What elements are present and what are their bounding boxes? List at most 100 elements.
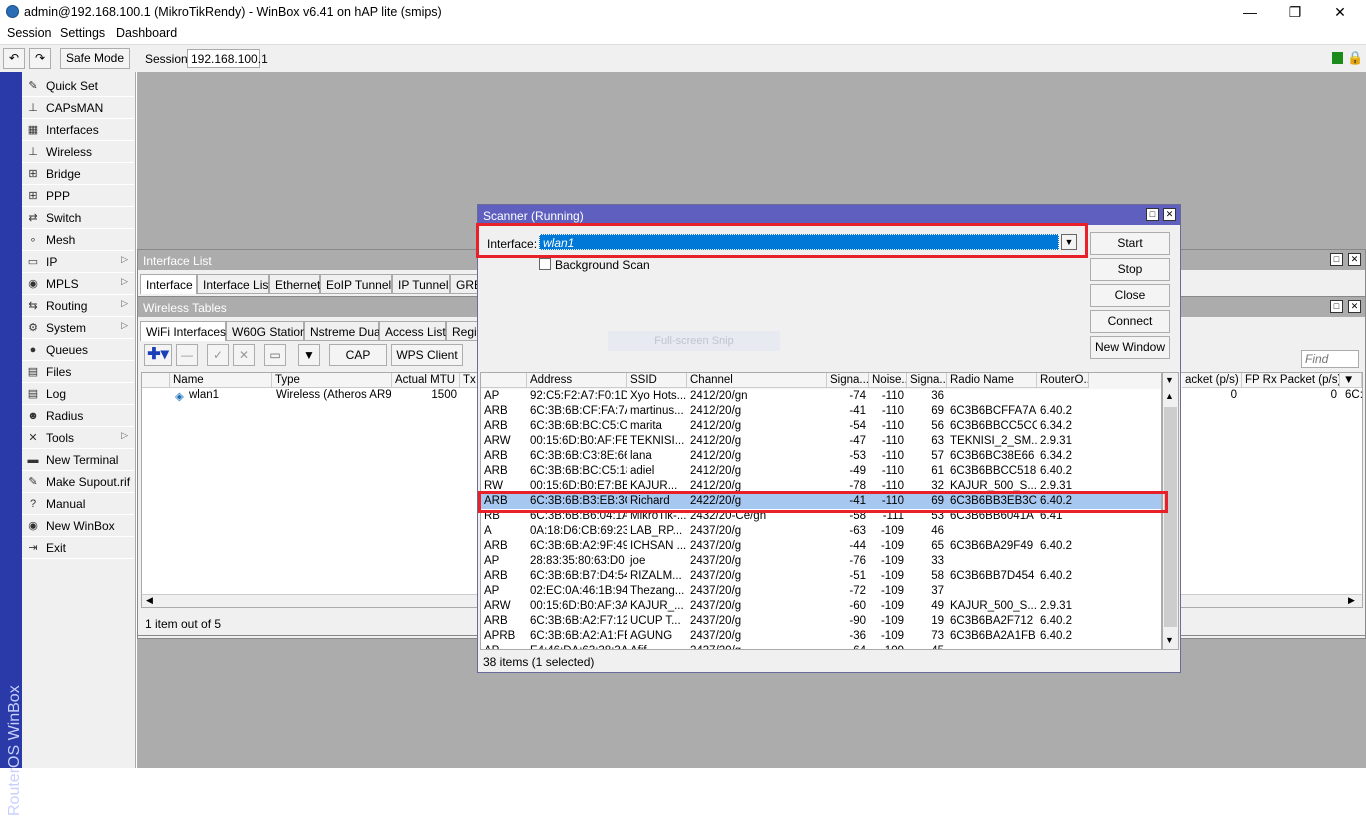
sidebar-item-interfaces[interactable]: ▦ Interfaces xyxy=(22,119,134,141)
tab-nstreme-dual[interactable]: Nstreme Dual xyxy=(304,321,383,341)
table-row[interactable]: ARB 6C:3B:6B:C3:8E:66 lana 2412/20/g -53 -110… xyxy=(481,449,1161,464)
safe-mode-button[interactable]: Safe Mode xyxy=(60,48,130,69)
table-row[interactable]: ARB 6C:3B:6B:A2:9F:49 ICHSAN ... 2437/20/g -… xyxy=(481,539,1161,554)
column-header-signal[interactable]: Signa... xyxy=(827,373,869,388)
restore-icon[interactable]: ❐ xyxy=(1285,2,1305,22)
column-header-noise[interactable]: Noise... xyxy=(869,373,907,388)
sidebar-item-queues[interactable]: ● Queues xyxy=(22,339,134,361)
tab-gre[interactable]: GRE xyxy=(450,274,482,294)
table-row[interactable]: ARW 00:15:6D:B0:AF:3A KAJUR_... 2437/20/g -6… xyxy=(481,599,1161,614)
close-icon[interactable]: ✕ xyxy=(1163,208,1176,221)
column-header-snr[interactable]: Signa... xyxy=(907,373,947,388)
sidebar-item-mpls[interactable]: ◉ MPLS ▷ xyxy=(22,273,134,295)
sidebar-item-new-terminal[interactable]: ▬ New Terminal xyxy=(22,449,134,471)
start-button[interactable]: Start xyxy=(1090,232,1170,255)
connect-button[interactable]: Connect xyxy=(1090,310,1170,333)
column-menu-icon[interactable]: ▼ xyxy=(1165,375,1174,385)
maximize-icon[interactable]: □ xyxy=(1330,253,1343,266)
table-row[interactable]: ARB 6C:3B:6B:A2:F7:12 UCUP T... 2437/20/g -9… xyxy=(481,614,1161,629)
tab-regis[interactable]: Regis xyxy=(446,321,483,341)
sidebar-item-new-winbox[interactable]: ◉ New WinBox xyxy=(22,515,134,537)
menu-settings[interactable]: Settings xyxy=(60,26,105,40)
sidebar-item-make-supout-rif[interactable]: ✎ Make Supout.rif xyxy=(22,471,134,493)
wps-client-button[interactable]: WPS Client xyxy=(391,344,463,366)
table-row[interactable]: ARB 6C:3B:6B:B7:D4:54 RIZALM... 2437/20/g -5… xyxy=(481,569,1161,584)
close-icon[interactable]: ✕ xyxy=(1348,300,1361,313)
close-button[interactable]: Close xyxy=(1090,284,1170,307)
table-row[interactable]: AP 02:EC:0A:46:1B:94 Thezang... 2437/20/g -7… xyxy=(481,584,1161,599)
sidebar-item-radius[interactable]: ☻ Radius xyxy=(22,405,134,427)
sidebar-item-quick-set[interactable]: ✎ Quick Set xyxy=(22,75,134,97)
tab-wifi-interfaces[interactable]: WiFi Interfaces xyxy=(140,321,226,341)
menu-dashboard[interactable]: Dashboard xyxy=(116,26,177,40)
table-row[interactable]: ARB 6C:3B:6B:CF:FA:7A martinus... 2412/20/g… xyxy=(481,404,1161,419)
tab-access-list[interactable]: Access List xyxy=(379,321,446,341)
column-header-name[interactable]: Name xyxy=(170,373,272,388)
scroll-down-icon[interactable]: ▼ xyxy=(1165,635,1174,645)
add-icon[interactable]: ✚▾ xyxy=(144,344,172,366)
column-header-fp-rx-packet[interactable]: FP Rx Packet (p/s) xyxy=(1242,373,1340,388)
column-header-routeros[interactable]: RouterO... xyxy=(1037,373,1089,388)
sidebar-item-capsman[interactable]: ⊥ CAPsMAN xyxy=(22,97,134,119)
table-row[interactable]: AP 28:83:35:80:63:D0 joe 2437/20/g -76 -109 33 xyxy=(481,554,1161,569)
tab-interface[interactable]: Interface xyxy=(140,274,197,294)
menu-session[interactable]: Session xyxy=(7,26,51,40)
table-row[interactable]: A 0A:18:D6:CB:69:23 LAB_RP... 2437/20/g -63 -… xyxy=(481,524,1161,539)
sidebar-item-bridge[interactable]: ⊞ Bridge xyxy=(22,163,134,185)
remove-icon[interactable]: — xyxy=(176,344,198,366)
stop-button[interactable]: Stop xyxy=(1090,258,1170,281)
sidebar-item-ip[interactable]: ▭ IP ▷ xyxy=(22,251,134,273)
disable-icon[interactable]: ✕ xyxy=(233,344,255,366)
redo-icon[interactable]: ↷ xyxy=(29,48,51,69)
sidebar-item-log[interactable]: ▤ Log xyxy=(22,383,134,405)
sidebar-item-switch[interactable]: ⇄ Switch xyxy=(22,207,134,229)
scroll-right-icon[interactable]: ▶ xyxy=(1348,595,1355,606)
tab-eoip-tunnel[interactable]: EoIP Tunnel xyxy=(320,274,392,294)
undo-icon[interactable]: ↶ xyxy=(3,48,25,69)
scroll-up-icon[interactable]: ▲ xyxy=(1165,391,1174,401)
column-header-type[interactable]: Type xyxy=(272,373,392,388)
sidebar-item-files[interactable]: ▤ Files xyxy=(22,361,134,383)
table-row[interactable]: ARB 6C:3B:6B:BC:C5:18 adiel 2412/20/g -49 -11… xyxy=(481,464,1161,479)
scroll-thumb[interactable] xyxy=(1164,407,1177,627)
tab-ip-tunnel[interactable]: IP Tunnel xyxy=(392,274,450,294)
table-row[interactable]: APE4:46:DA:63:38:3AAfif2437/20/g-64-1094… xyxy=(481,644,1161,649)
sidebar-item-tools[interactable]: ✕ Tools ▷ xyxy=(22,427,134,449)
session-field[interactable]: 192.168.100.1 xyxy=(187,49,268,68)
table-row[interactable]: AP 92:C5:F2:A7:F0:1D Xyo Hots... 2412/20/gn… xyxy=(481,389,1161,404)
tab-w60g-station[interactable]: W60G Station xyxy=(226,321,307,341)
enable-icon[interactable]: ✓ xyxy=(207,344,229,366)
sidebar-item-system[interactable]: ⚙ System ▷ xyxy=(22,317,134,339)
table-row[interactable]: APRB 6C:3B:6B:A2:A1:FB AGUNG 2437/20/g -36 -1… xyxy=(481,629,1161,644)
scroll-left-icon[interactable]: ◀ xyxy=(146,595,153,606)
table-row[interactable]: ARW 00:15:6D:B0:AF:FE TEKNISI... 2412/20/g -… xyxy=(481,434,1161,449)
comment-icon[interactable]: ▭ xyxy=(264,344,286,366)
sidebar-item-ppp[interactable]: ⊞ PPP xyxy=(22,185,134,207)
maximize-icon[interactable]: □ xyxy=(1146,208,1159,221)
column-header-mtu[interactable]: Actual MTU xyxy=(392,373,460,388)
cap-button[interactable]: CAP xyxy=(329,344,387,366)
tab-ethernet[interactable]: Ethernet xyxy=(269,274,320,294)
column-header[interactable] xyxy=(142,373,170,388)
close-icon[interactable]: ✕ xyxy=(1330,2,1350,22)
maximize-icon[interactable]: □ xyxy=(1330,300,1343,313)
table-row[interactable]: ARB 6C:3B:6B:BC:C5:CC marita 2412/20/g -54 -1… xyxy=(481,419,1161,434)
tab-interface-list[interactable]: Interface List xyxy=(197,274,272,294)
column-header-rx-packet[interactable]: acket (p/s) xyxy=(1182,373,1242,388)
column-header-ssid[interactable]: SSID xyxy=(627,373,687,388)
find-input[interactable] xyxy=(1301,350,1359,368)
sidebar-item-manual[interactable]: ? Manual xyxy=(22,493,134,515)
background-scan-checkbox[interactable] xyxy=(539,258,551,270)
column-header-channel[interactable]: Channel xyxy=(687,373,827,388)
sidebar-item-wireless[interactable]: ⊥ Wireless xyxy=(22,141,134,163)
minimize-icon[interactable]: — xyxy=(1240,2,1260,22)
column-header-address[interactable]: Address xyxy=(527,373,627,388)
column-header-radio-name[interactable]: Radio Name xyxy=(947,373,1037,388)
sidebar-item-routing[interactable]: ⇆ Routing ▷ xyxy=(22,295,134,317)
column-header-flags[interactable] xyxy=(481,373,527,388)
new-window-button[interactable]: New Window xyxy=(1090,336,1170,359)
sidebar-item-exit[interactable]: ⇥ Exit xyxy=(22,537,134,559)
sidebar-item-mesh[interactable]: ∘ Mesh xyxy=(22,229,134,251)
close-icon[interactable]: ✕ xyxy=(1348,253,1361,266)
column-menu-icon[interactable]: ▼ xyxy=(1340,373,1362,388)
